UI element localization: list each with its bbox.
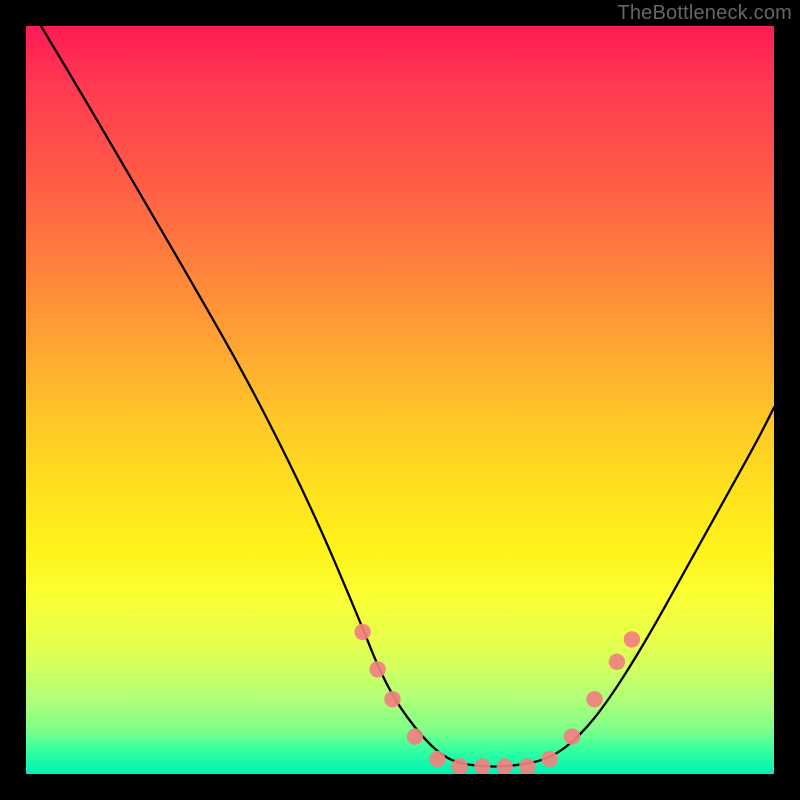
chart-svg	[26, 26, 774, 774]
data-point	[586, 691, 602, 707]
data-point	[384, 691, 400, 707]
plot-area	[26, 26, 774, 774]
data-point	[354, 624, 370, 640]
data-point	[519, 758, 535, 774]
data-point	[429, 751, 445, 767]
watermark-text: TheBottleneck.com	[617, 2, 792, 25]
data-point	[452, 758, 468, 774]
data-point	[474, 758, 490, 774]
data-point	[497, 758, 513, 774]
data-point	[407, 728, 423, 744]
chart-frame: TheBottleneck.com	[0, 0, 800, 800]
data-point	[541, 751, 557, 767]
data-point	[564, 728, 580, 744]
bottleneck-curve	[41, 26, 774, 767]
data-point	[624, 631, 640, 647]
data-point	[609, 654, 625, 670]
data-point	[369, 661, 385, 677]
